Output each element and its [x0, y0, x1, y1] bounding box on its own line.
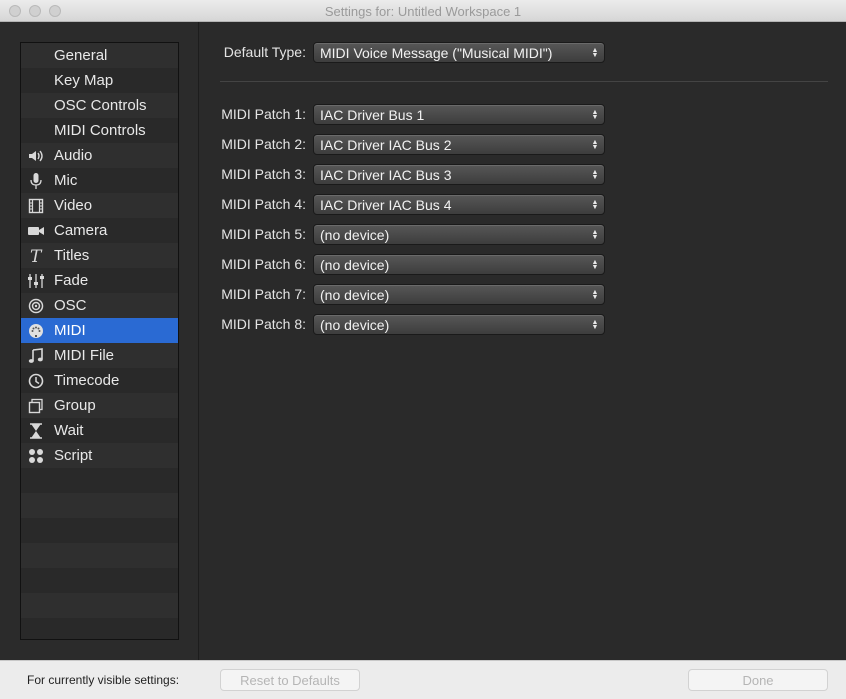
- default-type-label: Default Type:: [223, 44, 306, 60]
- up-down-arrows-icon: ▲ ▼: [591, 138, 599, 151]
- sidebar-item-general[interactable]: General: [21, 43, 178, 68]
- svg-text:T: T: [30, 248, 43, 264]
- sidebar-item-label: Script: [54, 447, 93, 464]
- midi-patch-5-label: MIDI Patch 5:: [221, 226, 306, 242]
- midi-patch-3-popup[interactable]: IAC Driver IAC Bus 3 ▲ ▼: [313, 164, 605, 185]
- sidebar-item-label: Audio: [54, 147, 93, 164]
- clock-icon: [26, 371, 46, 391]
- sidebar-item-video[interactable]: Video: [21, 193, 178, 218]
- midi-patch-2-popup[interactable]: IAC Driver IAC Bus 2 ▲ ▼: [313, 134, 605, 155]
- sidebar-item-fade[interactable]: Fade: [21, 268, 178, 293]
- sidebar-item-label: OSC: [54, 297, 87, 314]
- sidebar-item-camera[interactable]: Camera: [21, 218, 178, 243]
- footer-bar: For currently visible settings: Reset to…: [0, 660, 846, 699]
- microphone-icon: [26, 171, 46, 191]
- midi-patch-4-popup[interactable]: IAC Driver IAC Bus 4 ▲ ▼: [313, 194, 605, 215]
- midi-patch-2-label: MIDI Patch 2:: [221, 136, 306, 152]
- sidebar-pane: General Key Map OSC Controls MIDI Controls A…: [0, 22, 199, 660]
- footer-label: For currently visible settings:: [27, 673, 180, 687]
- sidebar-item-audio[interactable]: Audio: [21, 143, 178, 168]
- midi-patch-8-label: MIDI Patch 8:: [221, 316, 306, 332]
- up-down-arrows-icon: ▲ ▼: [591, 228, 599, 241]
- settings-main: General Key Map OSC Controls MIDI Controls A…: [0, 22, 846, 660]
- sidebar-indent: [26, 46, 46, 66]
- sidebar-item-label: Wait: [54, 422, 84, 439]
- window-title: Settings for: Untitled Workspace 1: [324, 4, 522, 19]
- film-icon: [26, 196, 46, 216]
- reset-to-defaults-button[interactable]: Reset to Defaults: [220, 669, 360, 691]
- midi-patch-7-popup[interactable]: (no device) ▲ ▼: [313, 284, 605, 305]
- midi-patch-4-value: IAC Driver IAC Bus 4: [320, 196, 452, 213]
- sidebar-indent: [26, 96, 46, 116]
- title-bar: Settings for: Untitled Workspace 1: [0, 0, 846, 22]
- sidebar-item-midi-controls[interactable]: MIDI Controls: [21, 118, 178, 143]
- up-down-arrows-icon: ▲ ▼: [591, 168, 599, 181]
- settings-sidebar: General Key Map OSC Controls MIDI Controls A…: [20, 42, 179, 640]
- sidebar-item-label: MIDI Controls: [54, 122, 146, 139]
- group-icon: [26, 396, 46, 416]
- sidebar-item-label: MIDI: [54, 322, 86, 339]
- default-type-popup[interactable]: MIDI Voice Message ("Musical MIDI") ▲ ▼: [313, 42, 605, 63]
- up-down-arrows-icon: ▲ ▼: [591, 108, 599, 121]
- up-down-arrows-icon: ▲ ▼: [591, 288, 599, 301]
- midi-patch-7-label: MIDI Patch 7:: [221, 286, 306, 302]
- speaker-icon: [26, 146, 46, 166]
- midi-patch-5-value: (no device): [320, 226, 390, 243]
- midi-patch-6-popup[interactable]: (no device) ▲ ▼: [313, 254, 605, 275]
- sidebar-item-label: Timecode: [54, 372, 120, 389]
- separator: [220, 81, 828, 82]
- sidebar-indent: [26, 121, 46, 141]
- camera-icon: [26, 221, 46, 241]
- midi-patch-8-popup[interactable]: (no device) ▲ ▼: [313, 314, 605, 335]
- midi-patch-7-value: (no device): [320, 286, 390, 303]
- sidebar-item-midi[interactable]: MIDI: [21, 318, 178, 343]
- sidebar-indent: [26, 71, 46, 91]
- sidebar-item-label: General: [54, 47, 108, 64]
- script-icon: [26, 446, 46, 466]
- midi-icon: [26, 321, 46, 341]
- sidebar-item-group[interactable]: Group: [21, 393, 178, 418]
- midi-patch-5-popup[interactable]: (no device) ▲ ▼: [313, 224, 605, 245]
- sidebar-item-timecode[interactable]: Timecode: [21, 368, 178, 393]
- midi-patch-8-value: (no device): [320, 316, 390, 333]
- sidebar-item-wait[interactable]: Wait: [21, 418, 178, 443]
- sidebar-item-label: MIDI File: [54, 347, 114, 364]
- sidebar-item-key-map[interactable]: Key Map: [21, 68, 178, 93]
- sidebar-item-osc[interactable]: OSC: [21, 293, 178, 318]
- sidebar-item-label: Video: [54, 197, 93, 214]
- sidebar-item-label: OSC Controls: [54, 97, 147, 114]
- done-button[interactable]: Done: [688, 669, 828, 691]
- fader-icon: [26, 271, 46, 291]
- sidebar-item-label: Fade: [54, 272, 89, 289]
- up-down-arrows-icon: ▲ ▼: [591, 46, 599, 59]
- up-down-arrows-icon: ▲ ▼: [591, 258, 599, 271]
- sidebar-item-script[interactable]: Script: [21, 443, 178, 468]
- sidebar-item-label: Mic: [54, 172, 78, 189]
- sidebar-item-titles[interactable]: T Titles: [21, 243, 178, 268]
- midi-patch-1-popup[interactable]: IAC Driver Bus 1 ▲ ▼: [313, 104, 605, 125]
- music-note-icon: [26, 346, 46, 366]
- midi-patch-1-value: IAC Driver Bus 1: [320, 106, 425, 123]
- sidebar-item-mic[interactable]: Mic: [21, 168, 178, 193]
- sidebar-item-label: Key Map: [54, 72, 114, 89]
- midi-patch-1-label: MIDI Patch 1:: [221, 106, 306, 122]
- titles-icon: T: [26, 246, 46, 266]
- midi-patch-6-value: (no device): [320, 256, 390, 273]
- osc-icon: [26, 296, 46, 316]
- sidebar-item-label: Group: [54, 397, 96, 414]
- hourglass-icon: [26, 421, 46, 441]
- midi-patch-6-label: MIDI Patch 6:: [221, 256, 306, 272]
- midi-patch-2-value: IAC Driver IAC Bus 2: [320, 136, 452, 153]
- sidebar-item-midi-file[interactable]: MIDI File: [21, 343, 178, 368]
- midi-patch-3-label: MIDI Patch 3:: [221, 166, 306, 182]
- sidebar-item-osc-controls[interactable]: OSC Controls: [21, 93, 178, 118]
- up-down-arrows-icon: ▲ ▼: [591, 198, 599, 211]
- midi-patch-4-label: MIDI Patch 4:: [221, 196, 306, 212]
- up-down-arrows-icon: ▲ ▼: [591, 318, 599, 331]
- default-type-value: MIDI Voice Message ("Musical MIDI"): [320, 44, 553, 61]
- midi-settings-panel: Default Type: MIDI Voice Message ("Music…: [200, 22, 846, 660]
- sidebar-item-label: Camera: [54, 222, 108, 239]
- midi-patch-3-value: IAC Driver IAC Bus 3: [320, 166, 452, 183]
- sidebar-item-label: Titles: [54, 247, 90, 264]
